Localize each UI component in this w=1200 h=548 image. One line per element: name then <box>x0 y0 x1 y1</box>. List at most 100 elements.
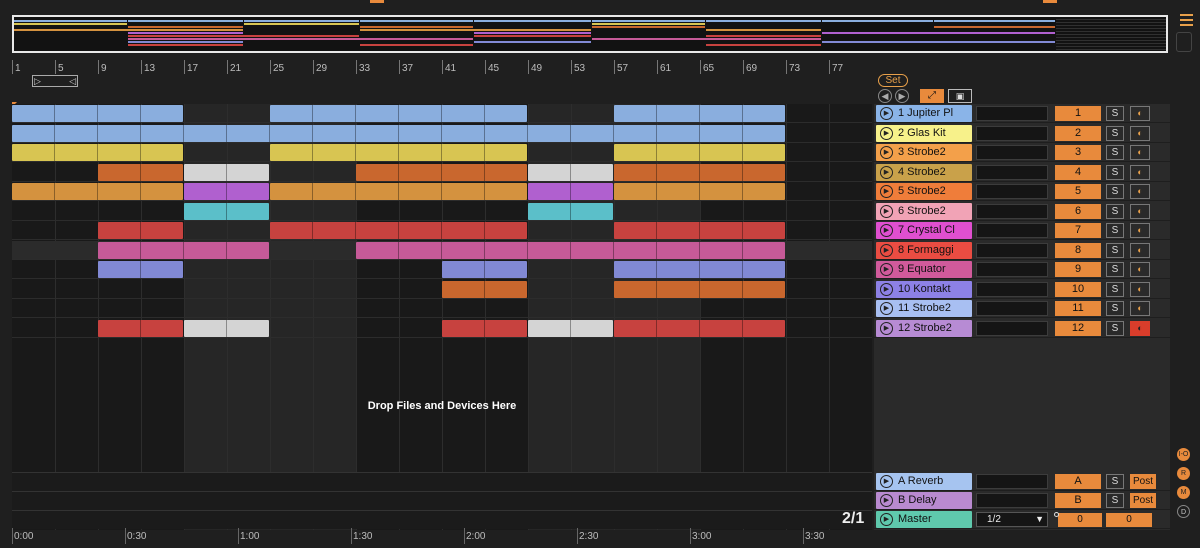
track-input-field[interactable] <box>976 301 1048 316</box>
master-lane[interactable] <box>12 510 872 529</box>
arrangement-clip[interactable] <box>614 183 785 200</box>
arm-icon[interactable]: ◐ <box>1130 223 1150 238</box>
arrangement-clip[interactable] <box>356 163 527 181</box>
solo-button[interactable]: S <box>1106 493 1124 508</box>
track-lane[interactable] <box>12 260 872 279</box>
menu-icon[interactable] <box>1180 14 1193 26</box>
track-name[interactable]: ▶ 10 Kontakt <box>876 280 972 298</box>
track-input-field[interactable] <box>976 474 1048 489</box>
arm-icon[interactable]: ◐ <box>1130 281 1150 297</box>
arm-icon[interactable]: ◐ <box>1130 262 1150 277</box>
master-volume-b[interactable]: 0 <box>1106 513 1152 527</box>
track-play-icon[interactable]: ▶ <box>880 513 893 526</box>
track-lane[interactable] <box>12 143 872 162</box>
solo-button[interactable]: S <box>1106 145 1124 160</box>
track-lane[interactable] <box>12 240 872 260</box>
arrangement-clip[interactable] <box>98 319 183 337</box>
beat-ruler[interactable]: 1 5 9 13 17 21 25 29 33 37 41 45 49 53 57 61 65 69 73 77 <box>12 60 872 76</box>
track-name[interactable]: ▶ B Delay <box>876 492 972 509</box>
track-number-button[interactable]: 11 <box>1055 301 1101 316</box>
solo-button[interactable]: S <box>1106 223 1124 238</box>
track-number-button[interactable]: 3 <box>1055 145 1101 160</box>
track-name[interactable]: ▶ 5 Strobe2 <box>876 183 972 200</box>
track-play-icon[interactable]: ▶ <box>880 321 893 335</box>
solo-button[interactable]: S <box>1106 184 1124 199</box>
track-play-icon[interactable]: ▶ <box>880 302 893 315</box>
arrangement-clip[interactable] <box>270 105 527 122</box>
arrangement-clip[interactable] <box>528 163 613 181</box>
track-input-field[interactable] <box>976 184 1048 199</box>
track-input-field[interactable] <box>976 493 1048 508</box>
track-number-button[interactable]: 7 <box>1055 223 1101 238</box>
arrangement-clip[interactable] <box>12 124 785 142</box>
track-number-button[interactable]: B <box>1055 493 1101 508</box>
arrangement-clip[interactable] <box>614 105 785 122</box>
arrangement-clip[interactable] <box>528 319 613 337</box>
track-input-field[interactable] <box>976 223 1048 238</box>
solo-button[interactable]: S <box>1106 474 1124 489</box>
arrangement-clip[interactable] <box>12 183 183 200</box>
arrangement-clip[interactable] <box>98 222 183 239</box>
master-volume-a[interactable]: 0 <box>1058 513 1102 527</box>
arm-icon[interactable]: ◐ <box>1130 106 1150 121</box>
track-name[interactable]: ▶ 4 Strobe2 <box>876 163 972 181</box>
arm-icon[interactable]: ◐ <box>1130 125 1150 141</box>
track-number-button[interactable]: 12 <box>1055 320 1101 336</box>
track-lane[interactable] <box>12 124 872 143</box>
arrow-left-icon[interactable]: ◀ <box>878 89 892 103</box>
track-input-field[interactable] <box>976 281 1048 297</box>
track-number-button[interactable]: 4 <box>1055 164 1101 180</box>
track-number-button[interactable]: 6 <box>1055 203 1101 219</box>
solo-button[interactable]: S <box>1106 262 1124 277</box>
side-toggle-button[interactable]: R <box>1177 467 1190 480</box>
fit-icon[interactable]: ⤢ <box>920 89 944 103</box>
track-number-button[interactable]: A <box>1055 474 1101 489</box>
solo-button[interactable]: S <box>1106 125 1124 141</box>
arrangement-clip[interactable] <box>98 241 269 259</box>
arrangement-clip[interactable] <box>12 144 183 161</box>
arm-icon[interactable]: ◐ <box>1130 203 1150 219</box>
return-lane-b[interactable] <box>12 491 872 510</box>
track-lane[interactable] <box>12 221 872 240</box>
arrangement-clip[interactable] <box>270 222 527 239</box>
arm-icon[interactable]: ◐ <box>1130 320 1150 336</box>
arrangement-clip[interactable] <box>184 202 269 220</box>
arrangement-clip[interactable] <box>528 202 613 220</box>
set-button[interactable]: Set <box>878 74 908 87</box>
solo-button[interactable]: S <box>1106 106 1124 121</box>
track-name[interactable]: ▶ Master <box>876 511 972 528</box>
track-play-icon[interactable]: ▶ <box>880 185 893 198</box>
track-input-field[interactable] <box>976 164 1048 180</box>
arrow-right-icon[interactable]: ▶ <box>895 89 909 103</box>
arrangement-clip[interactable] <box>184 163 269 181</box>
track-input-field[interactable] <box>976 145 1048 160</box>
arrangement-clip[interactable] <box>184 319 269 337</box>
track-play-icon[interactable]: ▶ <box>880 475 893 488</box>
track-number-button[interactable]: 1 <box>1055 106 1101 121</box>
side-toggle-button[interactable]: D <box>1177 505 1190 518</box>
arrangement-clip[interactable] <box>270 183 527 200</box>
solo-button[interactable]: S <box>1106 320 1124 336</box>
track-play-icon[interactable]: ▶ <box>880 204 893 218</box>
arm-icon[interactable]: ◐ <box>1130 164 1150 180</box>
track-lane[interactable] <box>12 280 872 299</box>
post-button[interactable]: Post <box>1130 474 1156 489</box>
track-play-icon[interactable]: ▶ <box>880 126 893 140</box>
track-number-button[interactable]: 10 <box>1055 281 1101 297</box>
track-name[interactable]: ▶ 7 Crystal Cl <box>876 222 972 239</box>
track-number-button[interactable]: 9 <box>1055 262 1101 277</box>
solo-button[interactable]: S <box>1106 164 1124 180</box>
track-lane[interactable] <box>12 182 872 201</box>
track-lane[interactable] <box>12 299 872 318</box>
arrangement-clip[interactable] <box>614 319 785 337</box>
arrangement-clip[interactable] <box>614 222 785 239</box>
overview-scroll-handle[interactable] <box>1176 32 1192 52</box>
track-play-icon[interactable]: ▶ <box>880 263 893 276</box>
arrangement-clip[interactable] <box>12 105 183 122</box>
loop-brace[interactable]: ▷ ◁ <box>32 75 78 87</box>
track-play-icon[interactable]: ▶ <box>880 107 893 120</box>
track-number-button[interactable]: 5 <box>1055 184 1101 199</box>
arrangement-clip[interactable] <box>98 261 183 278</box>
side-toggle-button[interactable]: I-O <box>1177 448 1190 461</box>
track-play-icon[interactable]: ▶ <box>880 494 893 507</box>
